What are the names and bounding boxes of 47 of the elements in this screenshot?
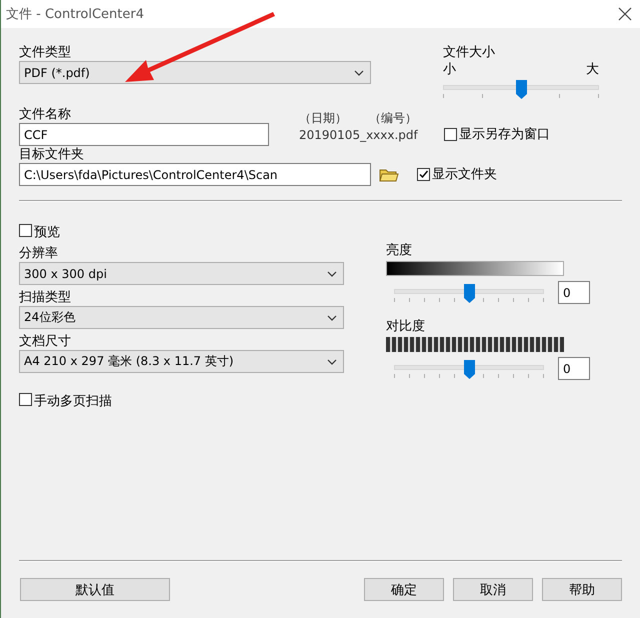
- checkbox-label: 预览: [34, 224, 60, 241]
- slider-label: 文件大小: [443, 44, 496, 61]
- dialog-button[interactable]: 默认值: [20, 578, 170, 601]
- dropdown[interactable]: 24位彩色: [19, 306, 344, 329]
- dialog-button[interactable]: 帮助: [542, 578, 622, 601]
- dropdown[interactable]: A4 210 x 297 毫米 (8.3 x 11.7 英寸): [19, 350, 344, 373]
- checkbox[interactable]: [19, 224, 32, 237]
- field-label: 文档尺寸: [19, 333, 72, 350]
- hint-text: 20190105_xxxx.pdf: [299, 127, 418, 144]
- folder-icon: [379, 167, 399, 182]
- caret-icon: [327, 314, 337, 320]
- checkbox[interactable]: [444, 128, 457, 141]
- text-field[interactable]: CCF: [19, 123, 269, 146]
- field-label: 扫描类型: [19, 289, 72, 306]
- number-field[interactable]: 0: [558, 281, 590, 304]
- hint-text: （编号）: [369, 110, 417, 127]
- dropdown[interactable]: 300 x 300 dpi: [19, 262, 344, 285]
- slider-thumb[interactable]: [464, 284, 475, 302]
- slider-label: 对比度: [386, 318, 426, 335]
- field-label: 分辨率: [19, 245, 59, 262]
- hint-text: （日期）: [299, 110, 347, 127]
- dialog-button[interactable]: 取消: [453, 578, 533, 601]
- text-field[interactable]: C:\Users\fda\Pictures\ControlCenter4\Scan: [19, 163, 371, 186]
- field-label: 文件名称: [19, 106, 72, 123]
- checkbox-label: 显示另存为窗口: [458, 126, 550, 143]
- caret-icon: [354, 70, 364, 76]
- caret-icon: [327, 358, 337, 364]
- slider-max-label: 大: [586, 61, 599, 78]
- slider-min-label: 小: [443, 61, 456, 78]
- slider-label: 亮度: [386, 242, 413, 259]
- slider[interactable]: [443, 80, 599, 98]
- slider-thumb[interactable]: [464, 360, 475, 378]
- field-label: 目标文件夹: [19, 146, 85, 163]
- slider[interactable]: [394, 360, 544, 378]
- checkbox[interactable]: [19, 393, 32, 406]
- dialog-button[interactable]: 确定: [364, 578, 444, 601]
- field-label: 文件类型: [19, 44, 72, 61]
- number-field[interactable]: 0: [558, 357, 590, 380]
- slider[interactable]: [394, 284, 544, 302]
- checkbox[interactable]: [417, 168, 430, 181]
- window-title: 文件 - ControlCenter4: [6, 6, 144, 23]
- close-icon[interactable]: [618, 7, 632, 21]
- slider-thumb[interactable]: [516, 80, 527, 99]
- caret-icon: [327, 270, 337, 276]
- checkbox-label: 显示文件夹: [432, 166, 497, 183]
- dropdown[interactable]: PDF (*.pdf): [19, 61, 371, 84]
- checkbox-label: 手动多页扫描: [34, 393, 112, 410]
